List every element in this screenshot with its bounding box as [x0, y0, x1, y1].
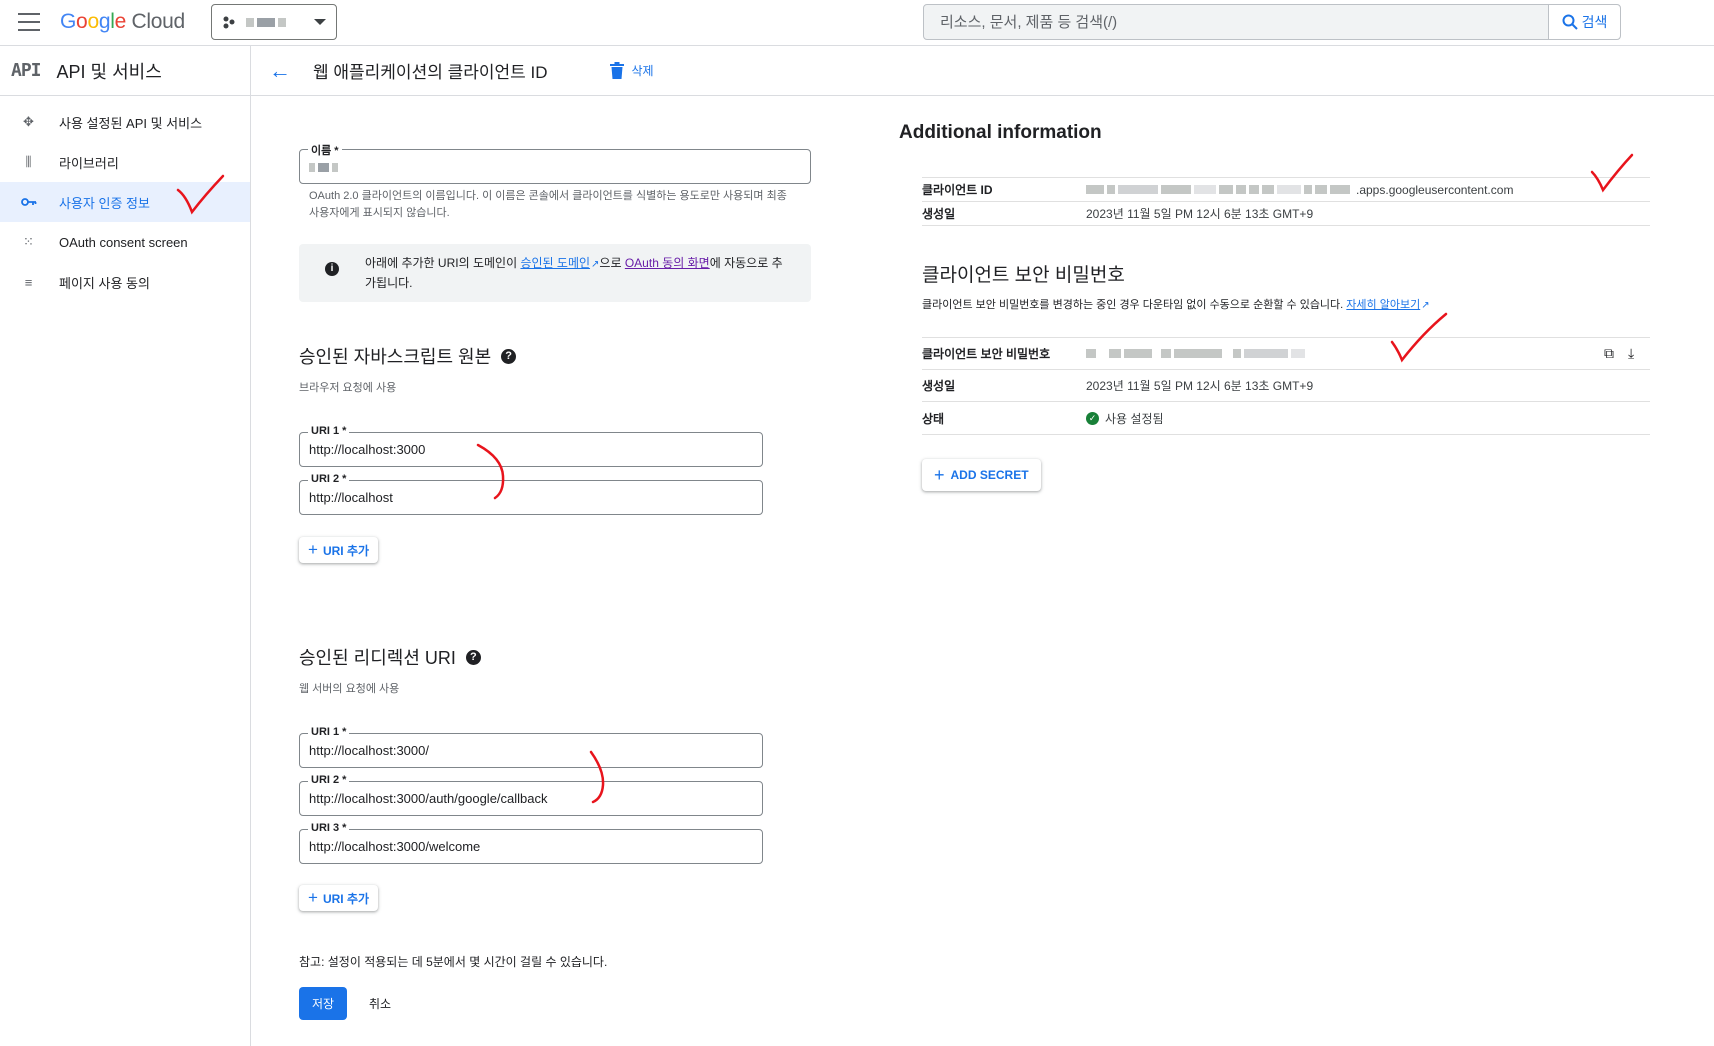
library-icon: ⫼ [25, 154, 32, 169]
status-label: 상태 [922, 411, 945, 426]
client-secret-desc: 클라이언트 보안 비밀번호를 변경하는 중인 경우 다운타임 없이 수동으로 순… [922, 299, 1430, 311]
project-picker[interactable] [211, 4, 337, 40]
oauth-consent-link[interactable]: OAuth 동의 화면 [625, 256, 710, 270]
main-menu-icon[interactable] [18, 13, 40, 31]
cancel-button[interactable]: 취소 [359, 987, 401, 1020]
client-id-created-row: 생성일 2023년 11월 5일 PM 12시 6분 13초 GMT+9 [922, 202, 1650, 226]
api-services-icon: ✥ [23, 114, 34, 129]
sidebar-item-label: 라이브러리 [59, 155, 119, 171]
learn-more-link[interactable]: 자세히 알아보기 [1346, 299, 1420, 311]
sidebar-item-oauth-consent[interactable]: ⁙ OAuth consent screen [0, 222, 250, 262]
external-link-icon: ↗ [1421, 300, 1430, 311]
help-icon[interactable]: ? [501, 348, 517, 364]
name-field[interactable]: 이름 * [299, 142, 811, 184]
consent-icon: ⁙ [23, 234, 34, 249]
client-secret-title: 클라이언트 보안 비밀번호 [922, 265, 1125, 286]
sidebar-item-label: 사용 설정된 API 및 서비스 [59, 115, 203, 131]
status-value: ✓ 사용 설정됨 [1086, 410, 1164, 427]
plus-icon: + [308, 540, 318, 559]
settings-note: 참고: 설정이 적용되는 데 5분에서 몇 시간이 걸릴 수 있습니다. [299, 955, 608, 969]
back-arrow-icon[interactable]: ← [269, 58, 295, 84]
api-icon: API [11, 60, 41, 81]
redirect-uris-title: 승인된 리디렉션 URI ? [299, 644, 481, 670]
sidebar-item-label: OAuth consent screen [59, 234, 188, 250]
client-id-value[interactable]: .apps.googleusercontent.com [1086, 183, 1513, 197]
save-button[interactable]: 저장 [299, 987, 347, 1020]
redirect-uri-3: URI 3 * [299, 822, 763, 864]
redirect-uri-1: URI 1 * [299, 726, 763, 768]
client-id-label: 클라이언트 ID [922, 183, 993, 197]
redirect-uris-subtitle: 웹 서버의 요청에 사용 [299, 683, 400, 695]
redirect-uri-2-input[interactable] [309, 791, 729, 806]
sidebar-item-library[interactable]: ⫼ 라이브러리 [0, 142, 250, 182]
check-circle-icon: ✓ [1086, 411, 1099, 425]
name-hint: OAuth 2.0 클라이언트의 이름입니다. 이 이름은 콘솔에서 클라이언트… [309, 190, 787, 219]
redirect-uri-2: URI 2 * [299, 774, 763, 816]
js-origins-subtitle: 브라우저 요청에 사용 [299, 382, 397, 394]
client-id-row: 클라이언트 ID .apps.googleusercontent.com [922, 178, 1650, 202]
secret-created-row: 생성일 2023년 11월 5일 PM 12시 6분 13초 GMT+9 [922, 370, 1650, 402]
project-name-redacted [246, 17, 286, 27]
google-cloud-logo[interactable]: Google Cloud [60, 10, 185, 34]
key-icon [20, 194, 37, 211]
copy-icon[interactable]: ⧉ [1604, 345, 1614, 362]
sidebar-item-credentials[interactable]: 사용자 인증 정보 [0, 182, 250, 222]
sidebar-item-label: 사용자 인증 정보 [59, 195, 150, 211]
js-origin-uri-1: URI 1 * [299, 425, 763, 467]
js-origin-uri-2-input[interactable] [309, 490, 729, 505]
top-bar: Google Cloud 검색 [0, 0, 1714, 46]
domain-info-text: 아래에 추가한 URI의 도메인이 승인된 도메인↗으로 OAuth 동의 화면… [365, 256, 783, 290]
client-secret-value[interactable] [1086, 349, 1305, 358]
name-value-redacted [309, 163, 338, 172]
search-bar: 검색 [923, 4, 1621, 40]
help-icon[interactable]: ? [465, 649, 481, 665]
project-icon [223, 16, 235, 29]
client-secret-row: 클라이언트 보안 비밀번호 [922, 338, 1650, 370]
chevron-down-icon [314, 19, 326, 25]
authorized-domains-link[interactable]: 승인된 도메인 [520, 256, 590, 270]
add-secret-button[interactable]: + ADD SECRET [922, 459, 1041, 491]
sidebar-title: API 및 서비스 [56, 61, 162, 82]
sidebar-header: API API 및 서비스 [0, 46, 250, 96]
plus-icon: + [934, 464, 945, 485]
client-id-redacted [1086, 185, 1350, 194]
sidebar-item-page-agreement[interactable]: ≡ 페이지 사용 동의 [0, 262, 250, 302]
created-value: 2023년 11월 5일 PM 12시 6분 13초 GMT+9 [1086, 207, 1314, 221]
js-origin-uri-2: URI 2 * [299, 473, 763, 515]
add-js-origin-button[interactable]: + URI 추가 [299, 537, 379, 563]
created-value: 2023년 11월 5일 PM 12시 6분 13초 GMT+9 [1086, 379, 1314, 393]
redirect-uri-1-input[interactable] [309, 743, 729, 758]
redirect-uri-3-input[interactable] [309, 839, 729, 854]
page-title: 웹 애플리케이션의 클라이언트 ID [313, 63, 548, 82]
name-field-label: 이름 * [308, 142, 342, 158]
secret-status-row: 상태 ✓ 사용 설정됨 [922, 402, 1650, 435]
created-label: 생성일 [922, 379, 956, 393]
info-icon: i [325, 262, 339, 276]
page-agreement-icon: ≡ [24, 274, 33, 290]
sidebar-item-enabled-apis[interactable]: ✥ 사용 설정된 API 및 서비스 [0, 102, 250, 142]
search-input[interactable] [924, 5, 1548, 39]
created-label: 생성일 [922, 207, 956, 221]
add-redirect-uri-button[interactable]: + URI 추가 [299, 885, 379, 911]
sidebar-item-label: 페이지 사용 동의 [59, 275, 150, 291]
delete-button[interactable]: 삭제 [609, 62, 654, 79]
domain-info-box: i 아래에 추가한 URI의 도메인이 승인된 도메인↗으로 OAuth 동의 … [299, 244, 811, 302]
sidebar: API API 및 서비스 ✥ 사용 설정된 API 및 서비스 ⫼ 라이브러리… [0, 46, 251, 1046]
search-icon [1562, 14, 1578, 30]
trash-icon [609, 62, 624, 79]
additional-info-title: Additional information [899, 122, 1102, 143]
plus-icon: + [308, 888, 318, 907]
js-origins-title: 승인된 자바스크립트 원본 ? [299, 343, 517, 369]
delete-label: 삭제 [631, 64, 654, 78]
search-button[interactable]: 검색 [1548, 5, 1620, 39]
red-annotations [176, 153, 1634, 804]
search-button-label: 검색 [1581, 14, 1608, 30]
download-icon[interactable]: ⤓ [1628, 345, 1634, 362]
page-header: ← 웹 애플리케이션의 클라이언트 ID 삭제 [251, 46, 1714, 96]
client-secret-label: 클라이언트 보안 비밀번호 [922, 347, 1051, 361]
js-origin-uri-1-input[interactable] [309, 442, 729, 457]
client-secret-redacted [1086, 349, 1305, 358]
